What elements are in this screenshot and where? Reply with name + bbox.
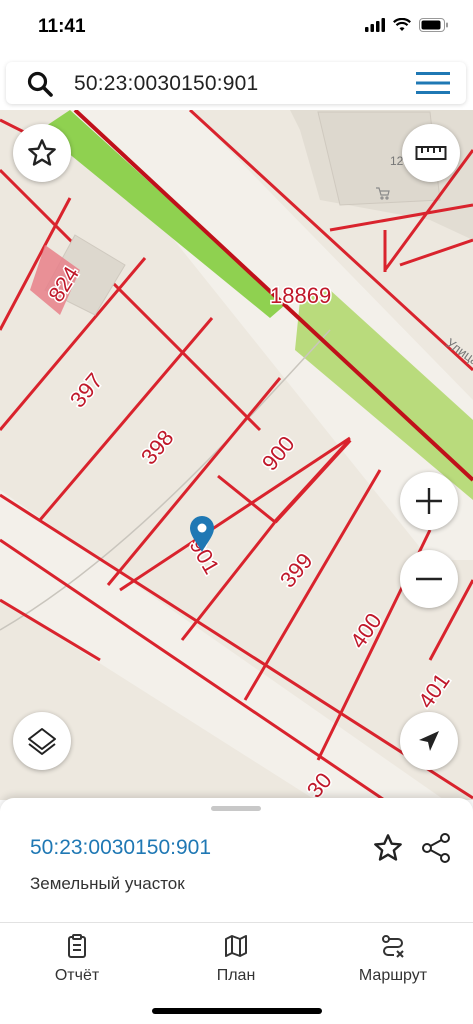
zoom-out-button[interactable] <box>400 550 458 608</box>
map-canvas[interactable]: 824 397 398 900 901 399 400 401 18869 12… <box>0 110 473 800</box>
ruler-button[interactable] <box>402 124 460 182</box>
locate-button[interactable] <box>400 712 458 770</box>
ruler-icon <box>415 146 447 160</box>
signal-icon <box>365 18 385 32</box>
report-icon <box>68 934 86 958</box>
sheet-drag-handle[interactable] <box>211 806 261 811</box>
tab-plan-label: План <box>216 967 256 984</box>
route-icon <box>382 935 404 958</box>
battery-icon <box>419 18 448 32</box>
cadastral-map[interactable]: 824 397 398 900 901 399 400 401 18869 12… <box>0 110 473 800</box>
tab-plan[interactable]: План <box>176 933 296 985</box>
parcel-cadastral-number[interactable]: 50:23:0030150:901 <box>30 836 211 860</box>
parcel-label-18869[interactable]: 18869 <box>269 282 333 310</box>
minus-icon <box>416 577 442 581</box>
menu-icon[interactable] <box>416 70 450 96</box>
tab-report[interactable]: Отчёт <box>17 933 137 985</box>
plus-icon <box>416 488 442 514</box>
layers-icon <box>28 728 56 755</box>
status-time: 11:41 <box>38 16 86 37</box>
tab-route[interactable]: Маршрут <box>333 933 453 985</box>
star-icon <box>28 139 56 166</box>
search-icon[interactable] <box>26 70 54 98</box>
tab-route-label: Маршрут <box>358 967 428 984</box>
tab-report-label: Отчёт <box>54 967 100 984</box>
parcel-type: Земельный участок <box>30 874 185 893</box>
home-indicator[interactable] <box>152 1008 322 1014</box>
layers-button[interactable] <box>13 712 71 770</box>
favorite-button[interactable] <box>13 124 71 182</box>
status-icons <box>365 18 449 32</box>
status-bar: 11:41 <box>0 0 473 56</box>
search-input[interactable]: 50:23:0030150:901 <box>74 72 258 96</box>
map-icon <box>225 935 247 957</box>
wifi-icon <box>393 18 411 31</box>
star-icon[interactable] <box>372 832 404 864</box>
search-bar[interactable]: 50:23:0030150:901 <box>6 62 466 104</box>
share-icon[interactable] <box>420 832 452 864</box>
navigation-arrow-icon <box>419 731 439 751</box>
zoom-in-button[interactable] <box>400 472 458 530</box>
parcel-info-sheet[interactable]: 50:23:0030150:901 Земельный участок <box>0 798 473 922</box>
